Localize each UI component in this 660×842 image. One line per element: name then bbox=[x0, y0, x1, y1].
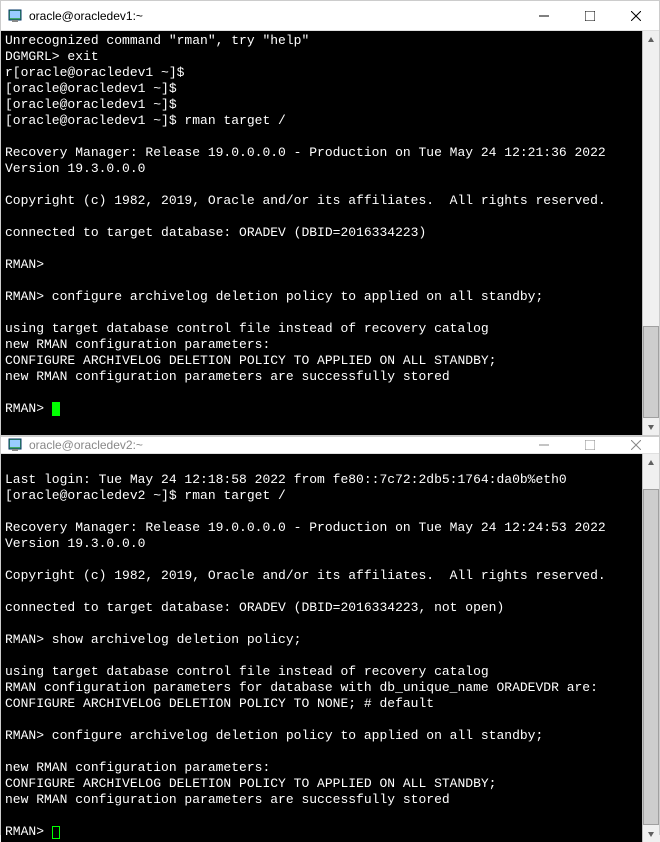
terminal-wrap-1: Unrecognized command "rman", try "help"D… bbox=[1, 31, 659, 435]
terminal-line: CONFIGURE ARCHIVELOG DELETION POLICY TO … bbox=[5, 353, 638, 369]
window-title-2: oracle@oracledev2:~ bbox=[29, 438, 521, 452]
close-button[interactable] bbox=[613, 1, 659, 30]
scroll-thumb-2[interactable] bbox=[643, 489, 659, 825]
terminal-window-1: oracle@oracledev1:~ Unrecognized command… bbox=[0, 0, 660, 436]
terminal-line: [oracle@oracledev1 ~]$ bbox=[5, 97, 638, 113]
terminal-line: Recovery Manager: Release 19.0.0.0.0 - P… bbox=[5, 520, 638, 536]
terminal-line: using target database control file inste… bbox=[5, 664, 638, 680]
terminal-line: [oracle@oracledev1 ~]$ rman target / bbox=[5, 113, 638, 129]
terminal-line: Recovery Manager: Release 19.0.0.0.0 - P… bbox=[5, 145, 638, 161]
terminal-line: CONFIGURE ARCHIVELOG DELETION POLICY TO … bbox=[5, 696, 638, 712]
terminal-line: [oracle@oracledev1 ~]$ bbox=[5, 81, 638, 97]
terminal-wrap-2: Last login: Tue May 24 12:18:58 2022 fro… bbox=[1, 454, 659, 842]
terminal-line bbox=[5, 808, 638, 824]
terminal-line: RMAN> bbox=[5, 824, 638, 840]
cursor bbox=[52, 402, 60, 416]
maximize-button[interactable] bbox=[567, 437, 613, 453]
terminal-line bbox=[5, 209, 638, 225]
terminal-line: Last login: Tue May 24 12:18:58 2022 fro… bbox=[5, 472, 638, 488]
terminal-line: CONFIGURE ARCHIVELOG DELETION POLICY TO … bbox=[5, 776, 638, 792]
scroll-down-button[interactable] bbox=[643, 418, 659, 435]
terminal-line: RMAN> bbox=[5, 257, 638, 273]
terminal-line: [oracle@oracledev2 ~]$ rman target / bbox=[5, 488, 638, 504]
terminal-line: using target database control file inste… bbox=[5, 321, 638, 337]
terminal-line bbox=[5, 552, 638, 568]
terminal-line bbox=[5, 177, 638, 193]
scroll-up-button[interactable] bbox=[643, 31, 659, 48]
window-buttons-1 bbox=[521, 1, 659, 30]
terminal-line: Version 19.3.0.0.0 bbox=[5, 161, 638, 177]
terminal-line: connected to target database: ORADEV (DB… bbox=[5, 225, 638, 241]
terminal-line: new RMAN configuration parameters: bbox=[5, 337, 638, 353]
window-buttons-2 bbox=[521, 437, 659, 453]
terminal-line bbox=[5, 385, 638, 401]
terminal-line bbox=[5, 273, 638, 289]
terminal-line bbox=[5, 305, 638, 321]
terminal-line bbox=[5, 712, 638, 728]
scrollbar-2[interactable] bbox=[642, 454, 659, 842]
terminal-line: Unrecognized command "rman", try "help" bbox=[5, 33, 638, 49]
maximize-button[interactable] bbox=[567, 1, 613, 30]
terminal-line: RMAN configuration parameters for databa… bbox=[5, 680, 638, 696]
terminal-line bbox=[5, 456, 638, 472]
scroll-thumb-1[interactable] bbox=[643, 326, 659, 419]
minimize-button[interactable] bbox=[521, 437, 567, 453]
terminal-line: new RMAN configuration parameters are su… bbox=[5, 792, 638, 808]
window-title-1: oracle@oracledev1:~ bbox=[29, 9, 521, 23]
terminal-line: new RMAN configuration parameters are su… bbox=[5, 369, 638, 385]
scroll-down-button[interactable] bbox=[643, 825, 659, 842]
terminal-output-1[interactable]: Unrecognized command "rman", try "help"D… bbox=[1, 31, 642, 435]
terminal-line bbox=[5, 504, 638, 520]
terminal-line: DGMGRL> exit bbox=[5, 49, 638, 65]
titlebar-2[interactable]: oracle@oracledev2:~ bbox=[1, 437, 659, 454]
terminal-line: RMAN> configure archivelog deletion poli… bbox=[5, 728, 638, 744]
terminal-window-2: oracle@oracledev2:~ Last login: Tue May … bbox=[0, 436, 660, 835]
cursor bbox=[52, 826, 60, 839]
scrollbar-1[interactable] bbox=[642, 31, 659, 435]
terminal-line bbox=[5, 129, 638, 145]
terminal-line: r[oracle@oracledev1 ~]$ bbox=[5, 65, 638, 81]
scroll-up-button[interactable] bbox=[643, 454, 659, 471]
terminal-line: RMAN> bbox=[5, 401, 638, 417]
terminal-output-2[interactable]: Last login: Tue May 24 12:18:58 2022 fro… bbox=[1, 454, 642, 842]
scroll-track-2[interactable] bbox=[643, 471, 659, 825]
terminal-line: Version 19.3.0.0.0 bbox=[5, 536, 638, 552]
scroll-track-1[interactable] bbox=[643, 48, 659, 418]
terminal-line bbox=[5, 241, 638, 257]
minimize-button[interactable] bbox=[521, 1, 567, 30]
titlebar-1[interactable]: oracle@oracledev1:~ bbox=[1, 1, 659, 31]
terminal-line: Copyright (c) 1982, 2019, Oracle and/or … bbox=[5, 568, 638, 584]
terminal-line bbox=[5, 744, 638, 760]
terminal-line bbox=[5, 616, 638, 632]
terminal-line: RMAN> configure archivelog deletion poli… bbox=[5, 289, 638, 305]
putty-icon bbox=[7, 8, 23, 24]
terminal-line: Copyright (c) 1982, 2019, Oracle and/or … bbox=[5, 193, 638, 209]
terminal-line: new RMAN configuration parameters: bbox=[5, 760, 638, 776]
terminal-line: RMAN> show archivelog deletion policy; bbox=[5, 632, 638, 648]
close-button[interactable] bbox=[613, 437, 659, 453]
terminal-line bbox=[5, 584, 638, 600]
terminal-line: connected to target database: ORADEV (DB… bbox=[5, 600, 638, 616]
putty-icon bbox=[7, 437, 23, 453]
terminal-line bbox=[5, 648, 638, 664]
